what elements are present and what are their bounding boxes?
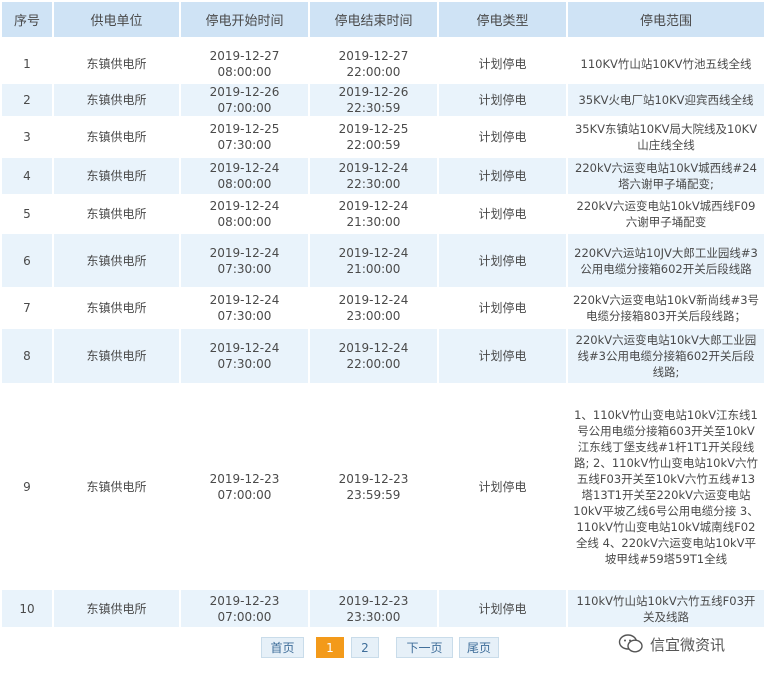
table-row: 6 东镇供电所 2019-12-24 07:30:00 2019-12-24 21:0… <box>2 234 764 287</box>
cell-scope: 220kV六运变电站10kV城西线F09六谢甲子埇配变 <box>568 196 764 232</box>
cell-type: 计划停电 <box>439 158 566 194</box>
cell-start: 2019-12-23 07:00:00 <box>181 385 308 588</box>
table-row: 3 东镇供电所 2019-12-25 07:30:00 2019-12-25 22:0… <box>2 118 764 156</box>
col-header-start: 停电开始时间 <box>181 2 308 37</box>
cell-no: 1 <box>2 45 52 82</box>
cell-no: 8 <box>2 329 52 383</box>
page-2-button[interactable]: 2 <box>351 637 379 658</box>
cell-unit: 东镇供电所 <box>54 590 179 627</box>
cell-end: 2019-12-24 21:00:00 <box>310 234 437 287</box>
cell-unit: 东镇供电所 <box>54 118 179 156</box>
cell-no: 7 <box>2 289 52 327</box>
header-spacer <box>2 39 764 43</box>
last-page-button[interactable]: 尾页 <box>459 637 499 658</box>
cell-no: 2 <box>2 84 52 116</box>
cell-scope: 220kV六运变电站10kV大郎工业园线#3公用电缆分接箱602开关后段线路; <box>568 329 764 383</box>
cell-unit: 东镇供电所 <box>54 45 179 82</box>
cell-end: 2019-12-24 23:00:00 <box>310 289 437 327</box>
cell-no: 10 <box>2 590 52 627</box>
cell-unit: 东镇供电所 <box>54 234 179 287</box>
cell-scope: 110kV竹山站10kV六竹五线F03开关及线路 <box>568 590 764 627</box>
cell-type: 计划停电 <box>439 289 566 327</box>
cell-end: 2019-12-23 23:59:59 <box>310 385 437 588</box>
cell-type: 计划停电 <box>439 590 566 627</box>
table-row: 1 东镇供电所 2019-12-27 08:00:00 2019-12-27 22:0… <box>2 45 764 82</box>
cell-start: 2019-12-23 07:00:00 <box>181 590 308 627</box>
outage-table: 序号 供电单位 停电开始时间 停电结束时间 停电类型 停电范围 1 东镇供电所 20… <box>0 0 766 629</box>
table-row: 7 东镇供电所 2019-12-24 07:30:00 2019-12-24 23:0… <box>2 289 764 327</box>
cell-scope: 35KV东镇站10KV局大院线及10KV山庄线全线 <box>568 118 764 156</box>
cell-no: 3 <box>2 118 52 156</box>
cell-end: 2019-12-24 21:30:00 <box>310 196 437 232</box>
cell-end: 2019-12-24 22:30:00 <box>310 158 437 194</box>
col-header-end: 停电结束时间 <box>310 2 437 37</box>
cell-type: 计划停电 <box>439 385 566 588</box>
cell-unit: 东镇供电所 <box>54 289 179 327</box>
cell-unit: 东镇供电所 <box>54 84 179 116</box>
table-row: 2 东镇供电所 2019-12-26 07:00:00 2019-12-26 22:3… <box>2 84 764 116</box>
wechat-like-icon <box>618 634 643 653</box>
table-row: 4 东镇供电所 2019-12-24 08:00:00 2019-12-24 22:3… <box>2 158 764 194</box>
watermark: 信宜微资讯 <box>618 630 725 658</box>
cell-unit: 东镇供电所 <box>54 329 179 383</box>
cell-start: 2019-12-24 07:30:00 <box>181 289 308 327</box>
table-row: 5 东镇供电所 2019-12-24 08:00:00 2019-12-24 21:3… <box>2 196 764 232</box>
cell-no: 5 <box>2 196 52 232</box>
cell-end: 2019-12-24 22:00:00 <box>310 329 437 383</box>
cell-scope: 220KV六运站10JV大郎工业园线#3公用电缆分接箱602开关后段线路 <box>568 234 764 287</box>
cell-scope: 220kV六运变电站10kV新尚线#3号电缆分接箱803开关后段线路； <box>568 289 764 327</box>
table-row: 8 东镇供电所 2019-12-24 07:30:00 2019-12-24 22:0… <box>2 329 764 383</box>
cell-start: 2019-12-24 08:00:00 <box>181 158 308 194</box>
cell-unit: 东镇供电所 <box>54 196 179 232</box>
col-header-type: 停电类型 <box>439 2 566 37</box>
cell-end: 2019-12-27 22:00:00 <box>310 45 437 82</box>
cell-type: 计划停电 <box>439 84 566 116</box>
cell-type: 计划停电 <box>439 118 566 156</box>
cell-type: 计划停电 <box>439 45 566 82</box>
cell-scope: 220kV六运变电站10kV城西线#24塔六谢甲子埇配变; <box>568 158 764 194</box>
page-1-button[interactable]: 1 <box>316 637 344 658</box>
cell-type: 计划停电 <box>439 329 566 383</box>
cell-start: 2019-12-26 07:00:00 <box>181 84 308 116</box>
table-row: 9 东镇供电所 2019-12-23 07:00:00 2019-12-23 23:5… <box>2 385 764 588</box>
cell-unit: 东镇供电所 <box>54 385 179 588</box>
cell-scope: 110KV竹山站10KV竹池五线全线 <box>568 45 764 82</box>
cell-end: 2019-12-25 22:00:59 <box>310 118 437 156</box>
cell-no: 9 <box>2 385 52 588</box>
cell-start: 2019-12-25 07:30:00 <box>181 118 308 156</box>
col-header-unit: 供电单位 <box>54 2 179 37</box>
cell-scope: 35KV火电厂站10KV迎宾西线全线 <box>568 84 764 116</box>
cell-end: 2019-12-23 23:30:00 <box>310 590 437 627</box>
cell-start: 2019-12-24 08:00:00 <box>181 196 308 232</box>
cell-start: 2019-12-27 08:00:00 <box>181 45 308 82</box>
watermark-text: 信宜微资讯 <box>650 635 726 654</box>
header-row: 序号 供电单位 停电开始时间 停电结束时间 停电类型 停电范围 <box>2 2 764 37</box>
cell-start: 2019-12-24 07:30:00 <box>181 329 308 383</box>
table-row: 10 东镇供电所 2019-12-23 07:00:00 2019-12-23 23:… <box>2 590 764 627</box>
cell-start: 2019-12-24 07:30:00 <box>181 234 308 287</box>
cell-type: 计划停电 <box>439 234 566 287</box>
first-page-button[interactable]: 首页 <box>261 637 304 658</box>
col-header-scope: 停电范围 <box>568 2 764 37</box>
cell-type: 计划停电 <box>439 196 566 232</box>
cell-no: 6 <box>2 234 52 287</box>
cell-no: 4 <box>2 158 52 194</box>
next-page-button[interactable]: 下一页 <box>396 637 453 658</box>
cell-end: 2019-12-26 22:30:59 <box>310 84 437 116</box>
col-header-no: 序号 <box>2 2 52 37</box>
cell-unit: 东镇供电所 <box>54 158 179 194</box>
cell-scope: 1、110kV竹山变电站10kV江东线1号公用电缆分接箱603开关至10kV江东… <box>568 385 764 588</box>
